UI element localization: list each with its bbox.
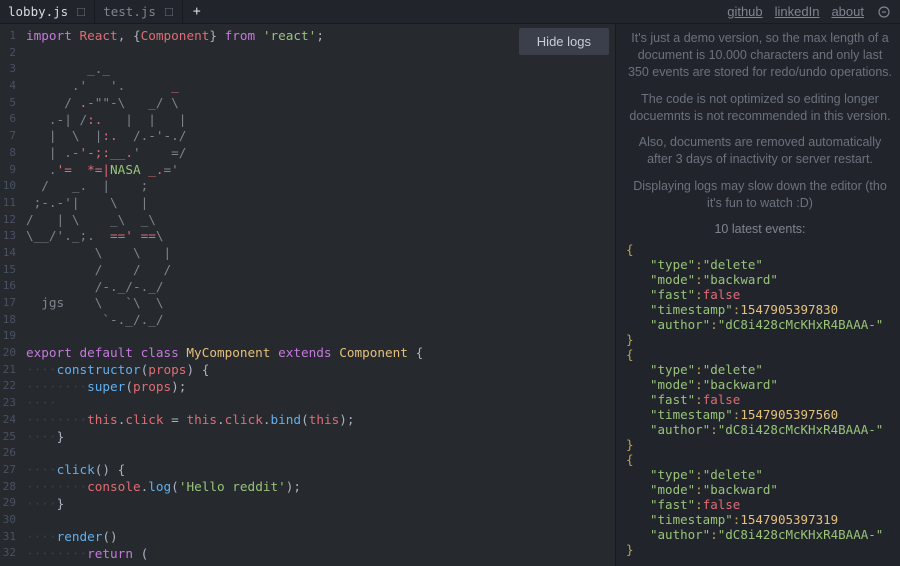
- close-icon[interactable]: [76, 7, 86, 17]
- code-line[interactable]: [26, 512, 615, 529]
- events-title: 10 latest events:: [626, 222, 894, 236]
- code-line[interactable]: ····click() {: [26, 462, 615, 479]
- info-block: It's just a demo version, so the max len…: [626, 30, 894, 212]
- code-line[interactable]: ····render(): [26, 529, 615, 546]
- line-number: 11: [0, 195, 16, 212]
- line-number: 31: [0, 529, 16, 546]
- new-tab-button[interactable]: +: [183, 0, 211, 23]
- event-entry: { "type":"delete" "mode":"backward" "fas…: [626, 242, 894, 347]
- code-line[interactable]: / _. | ;: [26, 178, 615, 195]
- code-line[interactable]: jgs \ `\ \: [26, 295, 615, 312]
- header-links: github linkedIn about: [719, 0, 900, 23]
- line-number: 28: [0, 479, 16, 496]
- line-number: 14: [0, 245, 16, 262]
- line-number: 21: [0, 362, 16, 379]
- line-number: 23: [0, 395, 16, 412]
- line-number: 17: [0, 295, 16, 312]
- line-number: 27: [0, 462, 16, 479]
- line-number: 18: [0, 312, 16, 329]
- code-line[interactable]: ········return (: [26, 546, 615, 563]
- code-line[interactable]: export default class MyComponent extends…: [26, 345, 615, 362]
- code-line[interactable]: \ \ |: [26, 245, 615, 262]
- info-text: The code is not optimized so editing lon…: [626, 91, 894, 125]
- info-text: Displaying logs may slow down the editor…: [626, 178, 894, 212]
- hide-logs-button[interactable]: Hide logs: [519, 28, 609, 55]
- link-linkedin[interactable]: linkedIn: [775, 4, 820, 19]
- code-line[interactable]: _._: [26, 61, 615, 78]
- line-number: 20: [0, 345, 16, 362]
- line-number: 15: [0, 262, 16, 279]
- line-number: 25: [0, 429, 16, 446]
- line-number: 26: [0, 445, 16, 462]
- line-number: 1: [0, 28, 16, 45]
- info-text: It's just a demo version, so the max len…: [626, 30, 894, 81]
- code-line[interactable]: ········super(props);: [26, 379, 615, 396]
- code-line[interactable]: `-._/._/: [26, 312, 615, 329]
- event-entry: { "type":"delete" "mode":"backward" "fas…: [626, 347, 894, 452]
- line-number: 6: [0, 111, 16, 128]
- line-number: 32: [0, 545, 16, 562]
- tab-label: test.js: [103, 4, 156, 19]
- tab[interactable]: lobby.js: [0, 0, 95, 23]
- line-number: 12: [0, 212, 16, 229]
- line-number: 24: [0, 412, 16, 429]
- tab[interactable]: test.js: [95, 0, 183, 23]
- code-line[interactable]: .' '. _: [26, 78, 615, 95]
- line-number: 7: [0, 128, 16, 145]
- code-line[interactable]: | \ |:. /.-'-./: [26, 128, 615, 145]
- line-number: 5: [0, 95, 16, 112]
- code-line[interactable]: / .-""-\ _/ \: [26, 95, 615, 112]
- link-github[interactable]: github: [727, 4, 762, 19]
- line-number: 10: [0, 178, 16, 195]
- code-line[interactable]: ····constructor(props) {: [26, 362, 615, 379]
- code-line[interactable]: /-._/-._/: [26, 279, 615, 296]
- tabs-container: lobby.js test.js +: [0, 0, 719, 23]
- close-icon[interactable]: [164, 7, 174, 17]
- line-number: 2: [0, 45, 16, 62]
- code-editor[interactable]: 1234567891011121314151617181920212223242…: [0, 24, 615, 566]
- code-line[interactable]: .'= *=|NASA _.=': [26, 162, 615, 179]
- line-gutter: 1234567891011121314151617181920212223242…: [0, 24, 22, 566]
- side-panel: It's just a demo version, so the max len…: [615, 24, 900, 566]
- code-line[interactable]: .-| /:. | | |: [26, 112, 615, 129]
- line-number: 9: [0, 162, 16, 179]
- code-line[interactable]: ········this.click = this.click.bind(thi…: [26, 412, 615, 429]
- code-area[interactable]: import React, {Component} from 'react'; …: [22, 24, 615, 566]
- line-number: 22: [0, 378, 16, 395]
- line-number: 19: [0, 328, 16, 345]
- line-number: 30: [0, 512, 16, 529]
- collapse-icon[interactable]: [876, 4, 892, 20]
- code-line[interactable]: [26, 329, 615, 346]
- topbar: lobby.js test.js + github linkedIn about: [0, 0, 900, 24]
- line-number: 8: [0, 145, 16, 162]
- line-number: 16: [0, 278, 16, 295]
- code-line[interactable]: ····}: [26, 496, 615, 513]
- code-line[interactable]: ····: [26, 395, 615, 412]
- line-number: 13: [0, 228, 16, 245]
- main: 1234567891011121314151617181920212223242…: [0, 24, 900, 566]
- code-line[interactable]: / | \ _\ _\: [26, 212, 615, 229]
- code-line[interactable]: | .-'-;:__.' =/: [26, 145, 615, 162]
- link-about[interactable]: about: [831, 4, 864, 19]
- tab-label: lobby.js: [8, 4, 68, 19]
- code-line[interactable]: [26, 446, 615, 463]
- code-line[interactable]: / / /: [26, 262, 615, 279]
- code-line[interactable]: \__/'._;. ==' ==\: [26, 228, 615, 245]
- code-line[interactable]: ····}: [26, 429, 615, 446]
- line-number: 3: [0, 61, 16, 78]
- code-line[interactable]: ········console.log('Hello reddit');: [26, 479, 615, 496]
- info-text: Also, documents are removed automaticall…: [626, 134, 894, 168]
- line-number: 29: [0, 495, 16, 512]
- events-log: { "type":"delete" "mode":"backward" "fas…: [626, 242, 894, 557]
- line-number: 4: [0, 78, 16, 95]
- code-line[interactable]: ;-.-'| \ |: [26, 195, 615, 212]
- event-entry: { "type":"delete" "mode":"backward" "fas…: [626, 452, 894, 557]
